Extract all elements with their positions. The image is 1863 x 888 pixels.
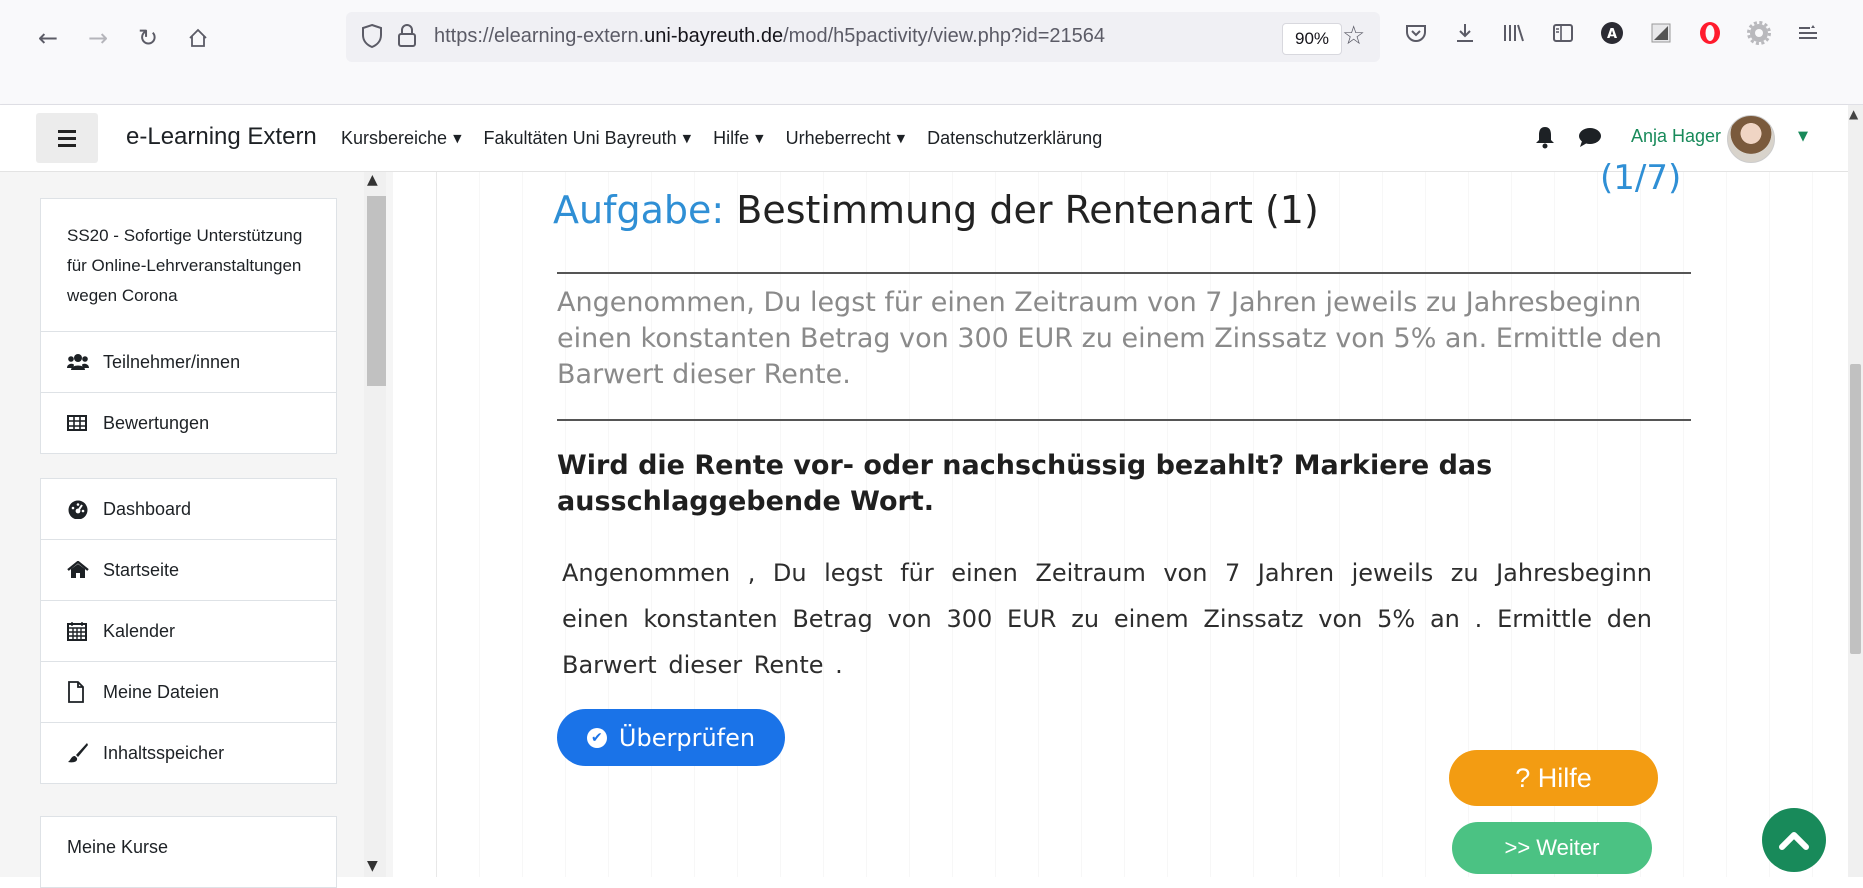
drawer-item-files[interactable]: Meine Dateien (41, 661, 336, 722)
task-intro: Angenommen, Du legst für einen Zeitraum … (557, 287, 1662, 390)
account-a-icon[interactable]: A (1595, 16, 1629, 50)
caret-down-icon: ▼ (755, 132, 764, 145)
menu-hilfe[interactable]: Hilfe ▼ (713, 128, 763, 149)
zoom-level[interactable]: 90% (1282, 23, 1343, 55)
drawer-item-label: Dashboard (103, 498, 192, 519)
home-icon (67, 561, 95, 579)
forward-arrow-icon[interactable]: → (80, 20, 116, 56)
reload-icon[interactable]: ↻ (130, 20, 166, 56)
opera-icon[interactable] (1693, 16, 1727, 50)
home-icon[interactable] (180, 20, 216, 56)
page-scroll-up-icon[interactable]: ▲ (1849, 107, 1858, 121)
task-title: Bestimmung der Rentenart (1) (736, 188, 1319, 232)
scroll-down-arrow-icon[interactable]: ▼ (367, 858, 378, 874)
page-scrollbar-thumb[interactable] (1850, 364, 1861, 654)
back-arrow-icon[interactable]: ← (30, 20, 66, 56)
site-brand[interactable]: e-Learning Extern (126, 123, 317, 151)
file-icon (67, 681, 95, 703)
custom-menu: Kursbereiche ▼ Fakultäten Uni Bayreuth ▼ H… (341, 128, 1124, 149)
mark-words-text[interactable]: Angenommen , Du legst für einen Zeitraum… (562, 550, 1652, 688)
drawer-item-label: Teilnehmer/innen (103, 351, 241, 372)
drawer-item-label: Inhaltsspeicher (103, 742, 225, 763)
notification-bell-icon[interactable] (1534, 125, 1556, 154)
course-title-link[interactable]: SS20 - Sofortige Unterstützung für Onlin… (41, 199, 336, 331)
divider (557, 419, 1691, 421)
calendar-icon (67, 621, 95, 641)
svg-text:A: A (1607, 27, 1617, 42)
shield-icon[interactable] (360, 23, 384, 54)
drawer-scrollbar-thumb[interactable] (367, 196, 386, 386)
drawer-item-grades[interactable]: Bewertungen (41, 392, 336, 453)
url-text[interactable]: https://elearning-extern.uni-bayreuth.de… (434, 25, 1105, 48)
menu-fakultaeten[interactable]: Fakultäten Uni Bayreuth ▼ (484, 128, 692, 149)
task-question: Wird die Rente vor- oder nachschüssig be… (557, 450, 1493, 517)
task-counter: (1/7) (1600, 158, 1682, 198)
course-nav-group: SS20 - Sofortige Unterstützung für Onlin… (40, 198, 337, 454)
drawer-item-content-bank[interactable]: Inhaltsspeicher (41, 722, 336, 783)
drawer-item-dashboard[interactable]: Dashboard (41, 479, 336, 539)
caret-down-icon: ▼ (682, 132, 692, 145)
caret-down-icon: ▼ (453, 132, 462, 145)
lock-icon[interactable] (396, 23, 418, 54)
user-menu-caret-icon[interactable]: ▼ (1798, 129, 1808, 144)
settings-gear-icon[interactable] (1742, 16, 1776, 50)
site-navbar: e-Learning Extern Kursbereiche ▼ Fakultät… (0, 105, 1848, 172)
users-icon (67, 353, 95, 371)
user-avatar[interactable] (1727, 115, 1775, 163)
pocket-icon[interactable] (1399, 16, 1433, 50)
drawer-item-my-courses[interactable]: Meine Kurse (41, 817, 336, 877)
drawer-toggle-button[interactable] (36, 113, 98, 163)
bookmark-star-icon[interactable]: ☆ (1342, 21, 1365, 51)
menu-icon[interactable] (1791, 16, 1825, 50)
paintbrush-icon (67, 742, 95, 764)
drawer-item-participants[interactable]: Teilnehmer/innen (41, 331, 336, 392)
table-icon (67, 415, 95, 431)
check-button[interactable]: ✔ Überprüfen (557, 709, 785, 766)
scroll-up-arrow-icon[interactable]: ▲ (367, 172, 378, 188)
help-button[interactable]: ? Hilfe (1449, 750, 1658, 806)
my-courses-group: Meine Kurse (40, 816, 337, 888)
caret-down-icon: ▼ (896, 132, 906, 145)
chevron-up-icon (1779, 832, 1809, 850)
drawer-item-label: Kalender (103, 620, 176, 641)
dashboard-icon (67, 499, 95, 519)
menu-datenschutz[interactable]: Datenschutzerklärung (927, 128, 1102, 149)
browser-toolbar: ← → ↻ https://elearning-extern.uni-bayre… (0, 0, 1863, 105)
task-heading: Aufgabe: Bestimmung der Rentenart (1) (553, 188, 1319, 232)
divider (557, 272, 1691, 274)
check-circle-icon: ✔ (586, 727, 607, 748)
user-name[interactable]: Anja Hager (1631, 126, 1721, 147)
drawer-item-label: Meine Dateien (103, 681, 220, 702)
drawer-item-calendar[interactable]: Kalender (41, 600, 336, 661)
menu-urheberrecht[interactable]: Urheberrecht ▼ (786, 128, 906, 149)
drawer-item-label: Bewertungen (103, 412, 210, 433)
drawer-item-home[interactable]: Startseite (41, 539, 336, 600)
messages-icon[interactable] (1578, 127, 1602, 154)
download-icon[interactable] (1448, 16, 1482, 50)
menu-kursbereiche[interactable]: Kursbereiche ▼ (341, 128, 462, 149)
task-label: Aufgabe: (553, 188, 725, 232)
hamburger-icon (58, 128, 76, 149)
back-to-top-button[interactable] (1762, 808, 1826, 872)
drawer-item-label: Startseite (103, 559, 180, 580)
sidebar-icon[interactable] (1546, 16, 1580, 50)
check-button-label: Überprüfen (618, 723, 756, 752)
library-icon[interactable] (1497, 16, 1531, 50)
address-bar[interactable]: https://elearning-extern.uni-bayreuth.de… (346, 12, 1380, 62)
site-nav-group: Dashboard Startseite Kalender Meine Date… (40, 478, 337, 784)
screenshot-extension-icon[interactable] (1644, 16, 1678, 50)
next-button[interactable]: >> Weiter (1452, 822, 1652, 874)
